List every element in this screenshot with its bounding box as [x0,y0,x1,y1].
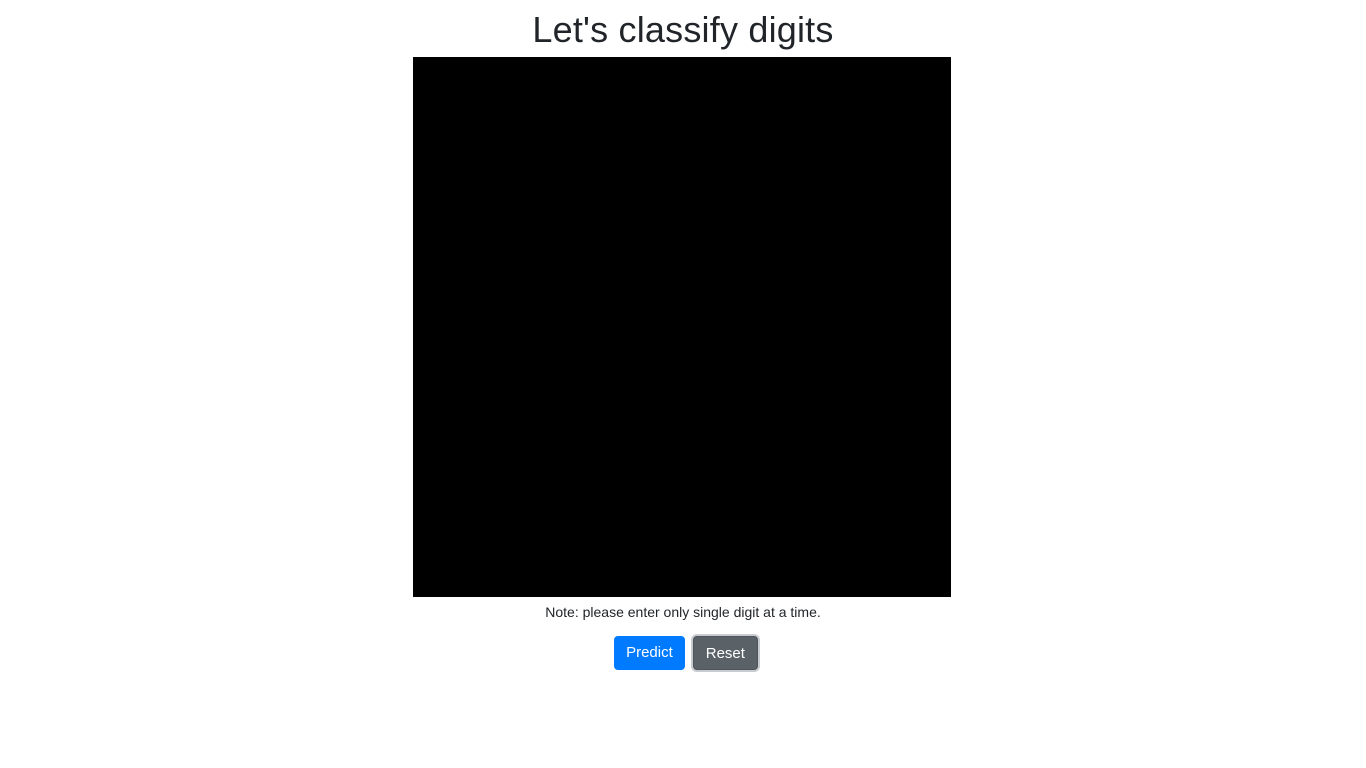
reset-button[interactable]: Reset [692,636,758,670]
predict-button[interactable]: Predict [614,636,685,670]
page: Let's classify digits Note: please enter… [0,0,1366,768]
page-title: Let's classify digits [532,9,834,50]
action-buttons: Predict Reset [0,636,1366,670]
instruction-note: Note: please enter only single digit at … [545,604,821,620]
drawing-canvas[interactable] [413,57,951,597]
